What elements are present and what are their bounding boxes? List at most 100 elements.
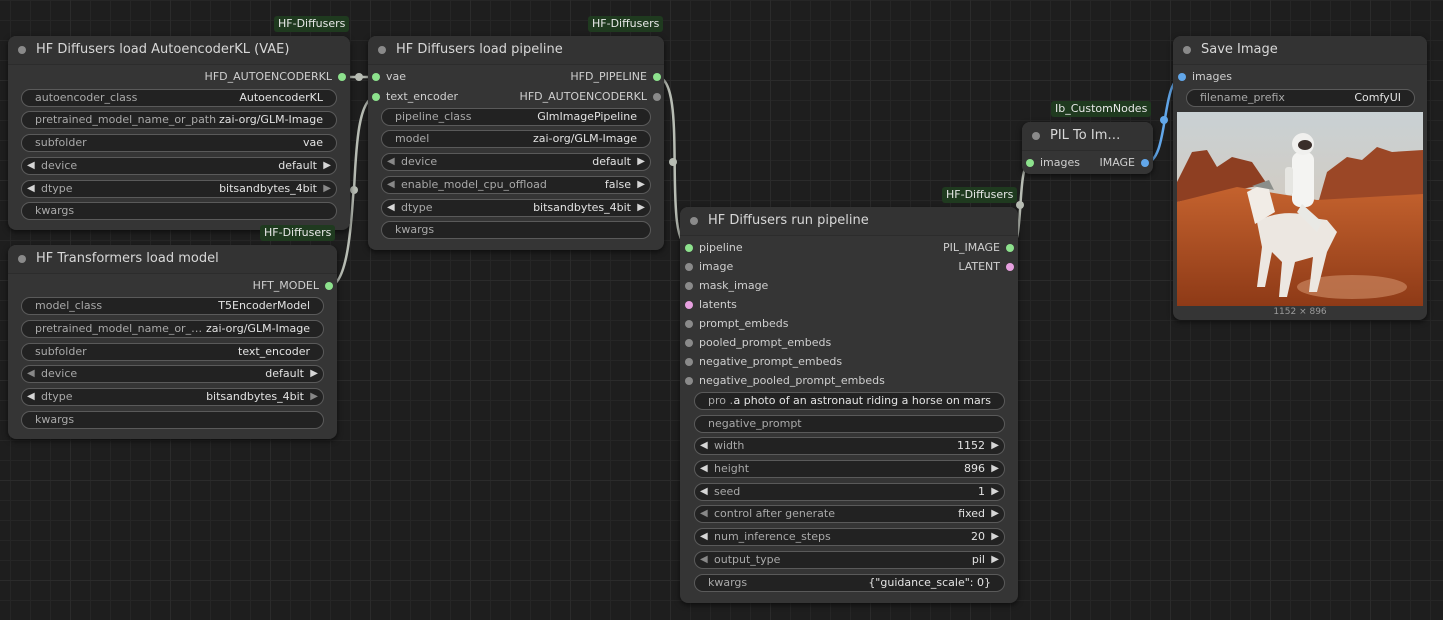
output-image[interactable]: IMAGE (1099, 156, 1149, 170)
input-pin-icon[interactable] (685, 282, 693, 290)
widget-dtype[interactable]: ◀ dtype bitsandbytes_4bit ▶ (381, 199, 651, 217)
input-image[interactable]: image (685, 260, 733, 274)
widget-enable-cpu-offload[interactable]: ◀ enable_model_cpu_offload false ▶ (381, 176, 651, 194)
input-pin-icon[interactable] (685, 263, 693, 271)
input-pin-icon[interactable] (1026, 159, 1034, 167)
widget-autoencoder-class[interactable]: autoencoder_class AutoencoderKL (21, 89, 337, 107)
output-pil-image[interactable]: PIL_IMAGE (943, 241, 1014, 255)
collapse-dot-icon[interactable] (18, 46, 26, 54)
collapse-dot-icon[interactable] (378, 46, 386, 54)
link-pil-midpoint[interactable] (1160, 116, 1168, 124)
arrow-left-icon[interactable]: ◀ (387, 154, 395, 170)
widget-output-type[interactable]: ◀ output_type pil ▶ (694, 551, 1005, 569)
collapse-dot-icon[interactable] (1032, 132, 1040, 140)
arrow-right-icon[interactable]: ▶ (310, 389, 318, 405)
input-images[interactable]: images (1178, 70, 1232, 84)
widget-height[interactable]: ◀ height 896 ▶ (694, 460, 1005, 478)
output-pin-icon[interactable] (1141, 159, 1149, 167)
output-pin-icon[interactable] (653, 93, 661, 101)
input-negative-pooled-prompt-embeds[interactable]: negative_pooled_prompt_embeds (685, 374, 885, 388)
arrow-right-icon[interactable]: ▶ (637, 177, 645, 193)
widget-device[interactable]: ◀ device default ▶ (381, 153, 651, 171)
arrow-left-icon[interactable]: ◀ (27, 389, 35, 405)
output-hft-model[interactable]: HFT_MODEL (253, 279, 333, 293)
arrow-left-icon[interactable]: ◀ (27, 366, 35, 382)
widget-subfolder[interactable]: subfolder text_encoder (21, 343, 324, 361)
output-pin-icon[interactable] (653, 73, 661, 81)
collapse-dot-icon[interactable] (18, 255, 26, 263)
output-pin-icon[interactable] (325, 282, 333, 290)
output-hfd-autoencoderkl[interactable]: HFD_AUTOENCODERKL (520, 90, 661, 104)
widget-filename-prefix[interactable]: filename_prefix ComfyUI (1186, 89, 1415, 107)
input-text-encoder[interactable]: text_encoder (372, 90, 458, 104)
node-load-vae[interactable]: HF Diffusers load AutoencoderKL (VAE) HF… (8, 36, 350, 230)
arrow-left-icon[interactable]: ◀ (700, 461, 708, 477)
arrow-left-icon[interactable]: ◀ (27, 181, 35, 197)
input-latents[interactable]: latents (685, 298, 737, 312)
input-pin-icon[interactable] (685, 301, 693, 309)
widget-device[interactable]: ◀ device default ▶ (21, 157, 337, 175)
arrow-right-icon[interactable]: ▶ (323, 181, 331, 197)
arrow-right-icon[interactable]: ▶ (991, 552, 999, 568)
arrow-right-icon[interactable]: ▶ (637, 200, 645, 216)
arrow-right-icon[interactable]: ▶ (991, 506, 999, 522)
node-pil-to-image[interactable]: PIL To Im… images IMAGE (1022, 122, 1153, 174)
output-pin-icon[interactable] (1006, 244, 1014, 252)
arrow-right-icon[interactable]: ▶ (310, 366, 318, 382)
input-negative-prompt-embeds[interactable]: negative_prompt_embeds (685, 355, 842, 369)
input-pipeline[interactable]: pipeline (685, 241, 743, 255)
arrow-right-icon[interactable]: ▶ (991, 529, 999, 545)
arrow-left-icon[interactable]: ◀ (700, 529, 708, 545)
input-pin-icon[interactable] (372, 73, 380, 81)
widget-width[interactable]: ◀ width 1152 ▶ (694, 437, 1005, 455)
arrow-right-icon[interactable]: ▶ (991, 484, 999, 500)
node-save-image[interactable]: Save Image images filename_prefix ComfyU… (1173, 36, 1427, 320)
node-run-pipeline[interactable]: HF Diffusers run pipeline pipeline image… (680, 207, 1018, 603)
input-mask-image[interactable]: mask_image (685, 279, 768, 293)
widget-device[interactable]: ◀ device default ▶ (21, 365, 324, 383)
widget-kwargs[interactable]: kwargs {"guidance_scale": 0} (694, 574, 1005, 592)
widget-seed[interactable]: ◀ seed 1 ▶ (694, 483, 1005, 501)
node-title-bar[interactable]: HF Diffusers load pipeline (368, 36, 664, 65)
widget-num-inference-steps[interactable]: ◀ num_inference_steps 20 ▶ (694, 528, 1005, 546)
collapse-dot-icon[interactable] (690, 217, 698, 225)
input-pin-icon[interactable] (372, 93, 380, 101)
arrow-left-icon[interactable]: ◀ (387, 200, 395, 216)
widget-model[interactable]: model zai-org/GLM-Image (381, 130, 651, 148)
input-prompt-embeds[interactable]: prompt_embeds (685, 317, 788, 331)
node-title-bar[interactable]: HF Diffusers load AutoencoderKL (VAE) (8, 36, 350, 65)
widget-pretrained-model[interactable]: pretrained_model_name_or_… zai-org/GLM-I… (21, 320, 324, 338)
arrow-left-icon[interactable]: ◀ (700, 438, 708, 454)
widget-kwargs[interactable]: kwargs (381, 221, 651, 239)
arrow-right-icon[interactable]: ▶ (991, 461, 999, 477)
input-pooled-prompt-embeds[interactable]: pooled_prompt_embeds (685, 336, 831, 350)
input-pin-icon[interactable] (685, 377, 693, 385)
output-pin-icon[interactable] (1006, 263, 1014, 271)
input-pin-icon[interactable] (1178, 73, 1186, 81)
link-vae-midpoint[interactable] (355, 73, 363, 81)
input-pin-icon[interactable] (685, 320, 693, 328)
widget-subfolder[interactable]: subfolder vae (21, 134, 337, 152)
input-pin-icon[interactable] (685, 339, 693, 347)
output-pin-icon[interactable] (338, 73, 346, 81)
arrow-left-icon[interactable]: ◀ (700, 552, 708, 568)
widget-pretrained-model[interactable]: pretrained_model_name_or_path zai-org/GL… (21, 111, 337, 129)
arrow-left-icon[interactable]: ◀ (700, 506, 708, 522)
input-pin-icon[interactable] (685, 358, 693, 366)
node-title-bar[interactable]: Save Image (1173, 36, 1427, 65)
node-title-bar[interactable]: HF Transformers load model (8, 245, 337, 274)
arrow-left-icon[interactable]: ◀ (387, 177, 395, 193)
image-preview[interactable] (1177, 112, 1423, 306)
node-load-pipeline[interactable]: HF Diffusers load pipeline vae text_enco… (368, 36, 664, 250)
link-pipeline-midpoint[interactable] (669, 158, 677, 166)
widget-kwargs[interactable]: kwargs (21, 202, 337, 220)
input-vae[interactable]: vae (372, 70, 406, 84)
output-hfd-autoencoderkl[interactable]: HFD_AUTOENCODERKL (205, 70, 346, 84)
arrow-right-icon[interactable]: ▶ (323, 158, 331, 174)
output-latent[interactable]: LATENT (958, 260, 1014, 274)
arrow-left-icon[interactable]: ◀ (700, 484, 708, 500)
widget-pipeline-class[interactable]: pipeline_class GlmImagePipeline (381, 108, 651, 126)
arrow-left-icon[interactable]: ◀ (27, 158, 35, 174)
input-pin-icon[interactable] (685, 244, 693, 252)
node-title-bar[interactable]: PIL To Im… (1022, 122, 1153, 151)
